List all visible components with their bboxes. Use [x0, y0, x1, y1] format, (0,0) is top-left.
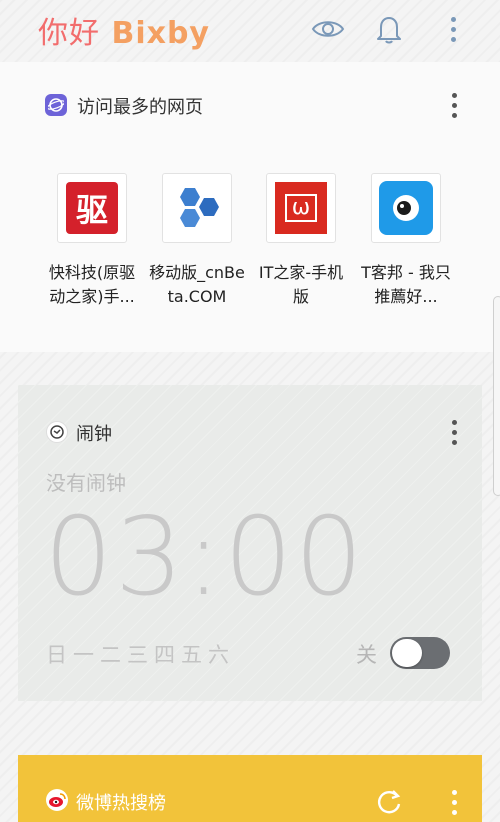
weibo-icon: [46, 789, 68, 811]
card-more-icon[interactable]: [437, 88, 471, 122]
brand-greeting: 你好: [38, 16, 100, 51]
ithome-icon: ω: [275, 182, 327, 234]
weibo-hot-search-card[interactable]: 微博热搜榜: [18, 755, 482, 822]
toggle-state-label: 关: [356, 643, 377, 667]
eye-icon[interactable]: [311, 12, 345, 46]
alarm-card[interactable]: 闹钟 没有闹钟 03:00 日一二三四五六 关: [18, 385, 482, 701]
shortcut-cnbeta[interactable]: 移动版_cnBeta.COM: [147, 173, 247, 309]
bixby-brand: 你好 Bixby: [38, 8, 210, 52]
refresh-icon[interactable]: [372, 785, 406, 819]
shortcut-label: T客邦 - 我只推薦好...: [361, 263, 451, 306]
cnbeta-hexagon-icon: [180, 188, 219, 227]
more-options-icon[interactable]: [436, 12, 470, 46]
alarm-title: 闹钟: [76, 424, 112, 445]
edge-panel-handle[interactable]: [493, 296, 500, 496]
clock-icon: [46, 421, 68, 443]
shortcut-mydrivers[interactable]: 驱 快科技(原驱动之家)手...: [42, 173, 142, 309]
most-visited-card: 访问最多的网页 驱 快科技(原驱动之家)手... 移动版_cnBeta.COM …: [0, 62, 500, 352]
bell-icon[interactable]: [372, 12, 406, 46]
shortcut-label: 移动版_cnBeta.COM: [149, 263, 245, 306]
drive-home-icon: 驱: [66, 182, 118, 234]
shortcut-techbang[interactable]: T客邦 - 我只推薦好...: [356, 173, 456, 309]
most-visited-title: 访问最多的网页: [77, 97, 203, 118]
toggle-knob: [392, 639, 422, 667]
samsung-internet-icon: [45, 94, 67, 116]
alarm-toggle[interactable]: [390, 637, 450, 669]
shortcut-label: IT之家-手机版: [258, 263, 344, 306]
tkebang-eye-icon: [379, 181, 433, 235]
card-more-icon[interactable]: [437, 415, 471, 449]
shortcut-ithome[interactable]: ω IT之家-手机版: [251, 173, 351, 309]
top-bar: 你好 Bixby: [0, 0, 500, 58]
card-more-icon[interactable]: [437, 785, 471, 819]
brand-bixby: Bixby: [111, 16, 210, 51]
weibo-title: 微博热搜榜: [76, 793, 166, 814]
alarm-time: 03:00: [44, 495, 366, 620]
shortcut-label: 快科技(原驱动之家)手...: [48, 263, 136, 306]
alarm-repeat-days: 日一二三四五六: [46, 643, 235, 667]
alarm-status: 没有闹钟: [46, 471, 126, 495]
